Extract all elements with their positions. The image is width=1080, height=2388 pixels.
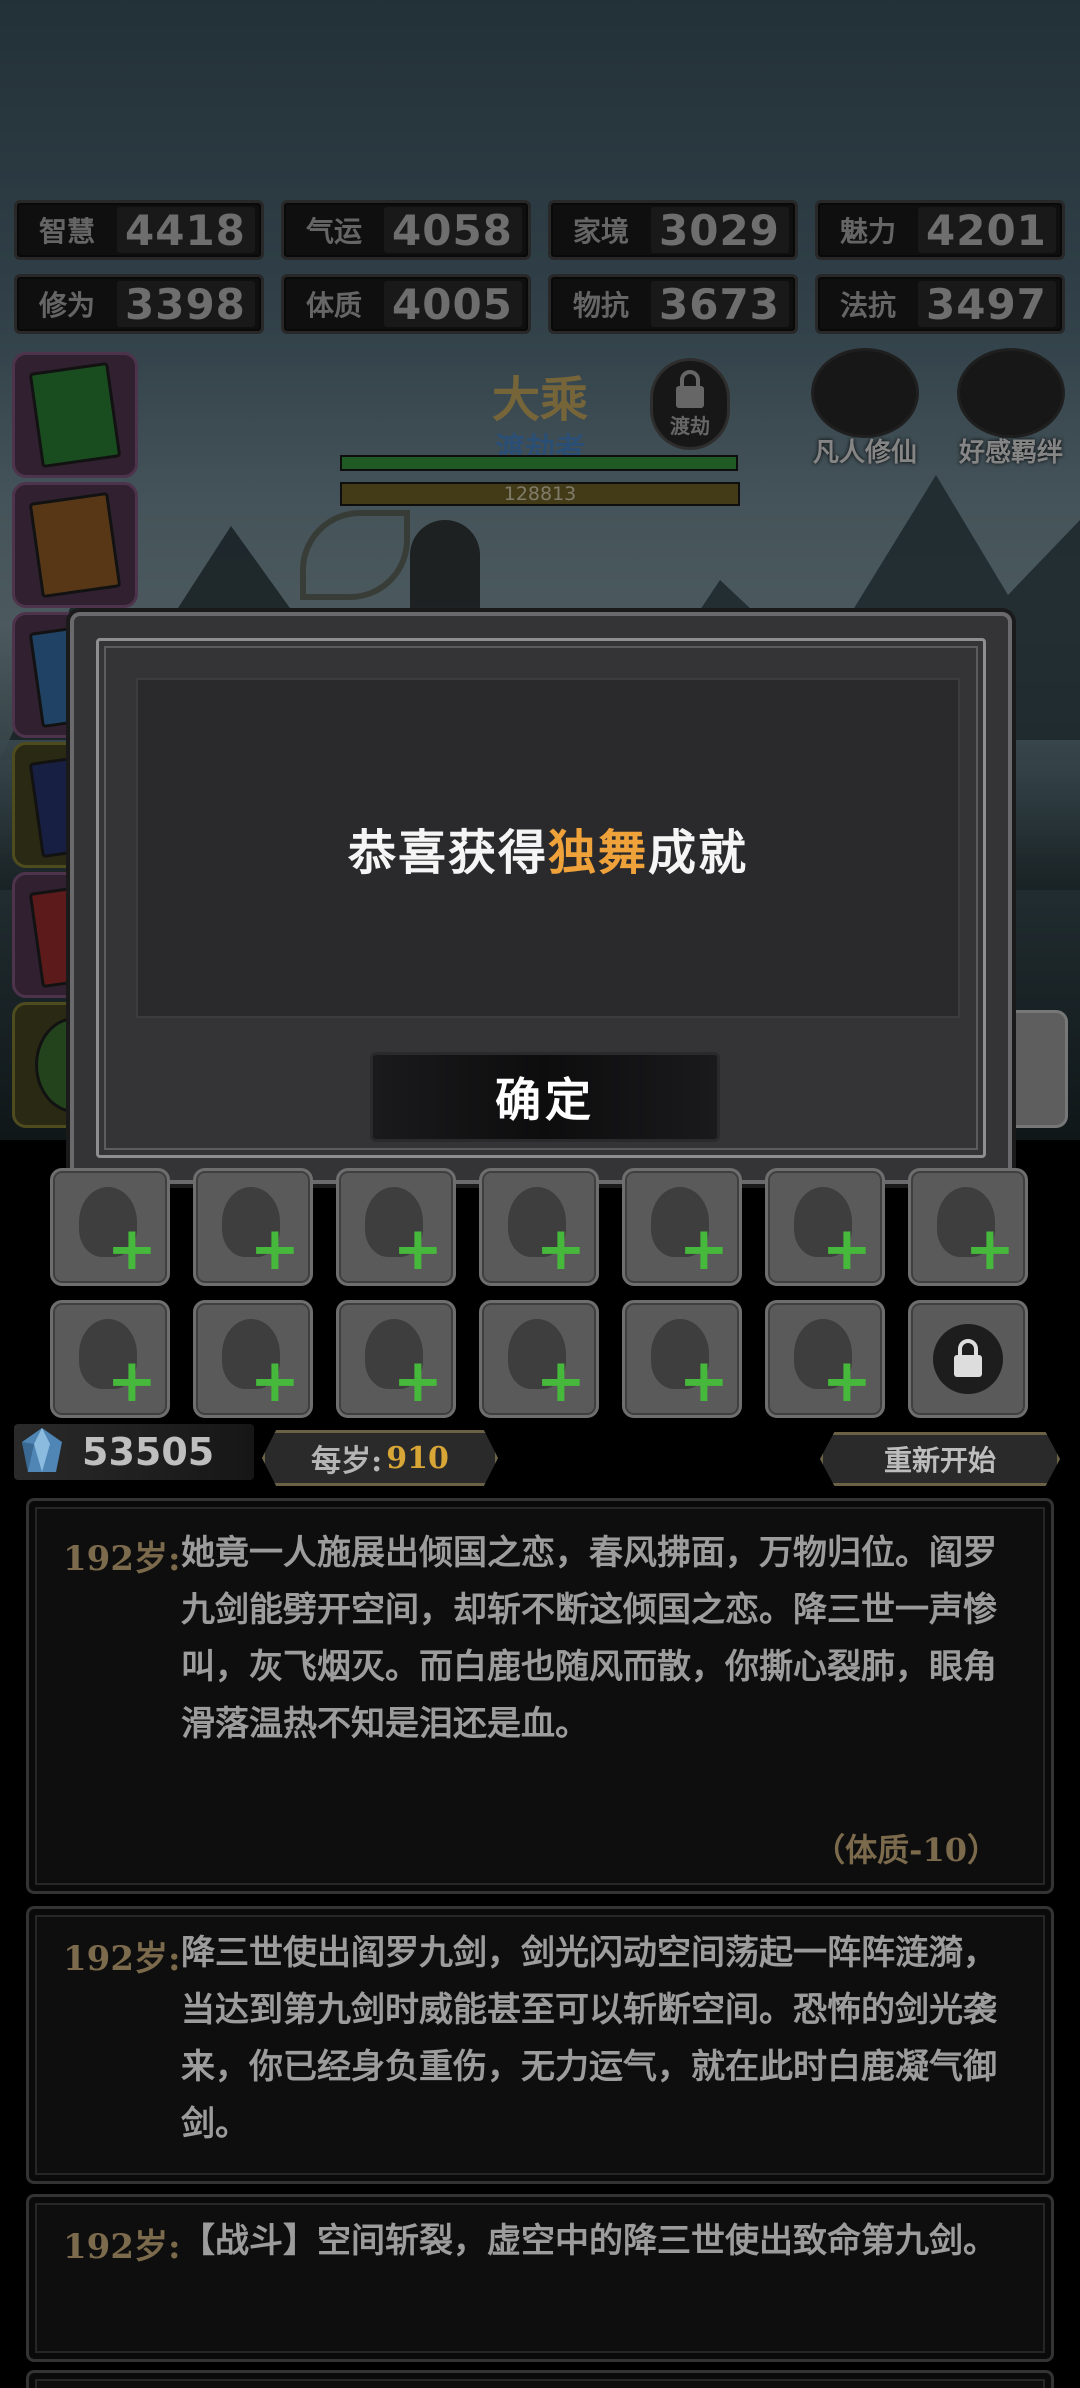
crystal-icon [22, 1428, 62, 1472]
bag-slot[interactable]: + [50, 1300, 170, 1418]
bag-slot[interactable]: + [622, 1300, 742, 1418]
locked-bag-slot[interactable] [908, 1300, 1028, 1418]
plus-icon: + [106, 1346, 157, 1416]
log-entry: 192岁: 降三世使出阎罗九剑，剑光闪动空间荡起一阵阵涟漪，当达到第九剑时威能甚… [26, 1906, 1054, 2184]
achievement-dialog: 恭喜获得独舞成就 确定 [70, 612, 1012, 1184]
bag-slot[interactable]: + [479, 1300, 599, 1418]
plus-icon: + [106, 1214, 157, 1284]
bag-slot[interactable]: + [193, 1300, 313, 1418]
log-entry: 192岁: 【战斗】空间斩裂，虚空中的降三世使出致命第九剑。 [26, 2194, 1054, 2362]
message-prefix: 恭喜获得 [347, 825, 548, 881]
confirm-button[interactable]: 确定 [370, 1052, 720, 1142]
log-effect: （体质-10） [813, 1831, 999, 1869]
achievement-name: 独舞 [547, 825, 648, 881]
log-text: 【战斗】空间斩裂，虚空中的降三世使出致命第九剑。 [181, 2221, 997, 2261]
bag-slot[interactable]: + [479, 1168, 599, 1286]
bag-slot[interactable]: + [336, 1300, 456, 1418]
bag-slot[interactable]: + [765, 1300, 885, 1418]
plus-icon: + [678, 1214, 729, 1284]
plus-icon: + [535, 1346, 586, 1416]
log-entry [26, 2370, 1054, 2388]
spirit-stone-amount: 53505 [82, 1430, 215, 1474]
dialog-message: 恭喜获得独舞成就 [348, 813, 748, 883]
bag-slot[interactable]: + [336, 1168, 456, 1286]
per-year-income: 每岁: 910 [262, 1430, 498, 1486]
bag-slot[interactable]: + [50, 1168, 170, 1286]
log-age: 192岁: [63, 2227, 181, 2267]
bag-slot[interactable]: + [622, 1168, 742, 1286]
spirit-stone-counter: 53505 [14, 1424, 254, 1480]
dialog-message-panel: 恭喜获得独舞成就 [136, 678, 960, 1018]
restart-button[interactable]: 重新开始 [820, 1432, 1060, 1486]
inventory-grid: + + + + + + + + + + + + + [50, 1168, 1032, 1418]
plus-icon: + [249, 1214, 300, 1284]
plus-icon: + [392, 1214, 443, 1284]
per-year-label: 每岁: [311, 1444, 383, 1479]
log-text: 她竟一人施展出倾国之恋，春风拂面，万物归位。阎罗九剑能劈开空间，却斩不断这倾国之… [181, 1533, 997, 1744]
log-age: 192岁: [63, 1539, 181, 1579]
plus-icon: + [821, 1214, 872, 1284]
plus-icon: + [964, 1214, 1015, 1284]
bag-slot[interactable]: + [908, 1168, 1028, 1286]
log-text: 降三世使出阎罗九剑，剑光闪动空间荡起一阵阵涟漪，当达到第九剑时威能甚至可以斩断空… [181, 1933, 997, 2144]
plus-icon: + [678, 1346, 729, 1416]
plus-icon: + [821, 1346, 872, 1416]
plus-icon: + [249, 1346, 300, 1416]
lock-icon [933, 1324, 1003, 1394]
log-entry: 192岁: 她竟一人施展出倾国之恋，春风拂面，万物归位。阎罗九剑能劈开空间，却斩… [26, 1498, 1054, 1894]
plus-icon: + [392, 1346, 443, 1416]
bag-slot[interactable]: + [193, 1168, 313, 1286]
per-year-value: 910 [386, 1440, 449, 1476]
bag-slot[interactable]: + [765, 1168, 885, 1286]
log-age: 192岁: [63, 1939, 181, 1979]
message-suffix: 成就 [648, 825, 749, 881]
plus-icon: + [535, 1214, 586, 1284]
